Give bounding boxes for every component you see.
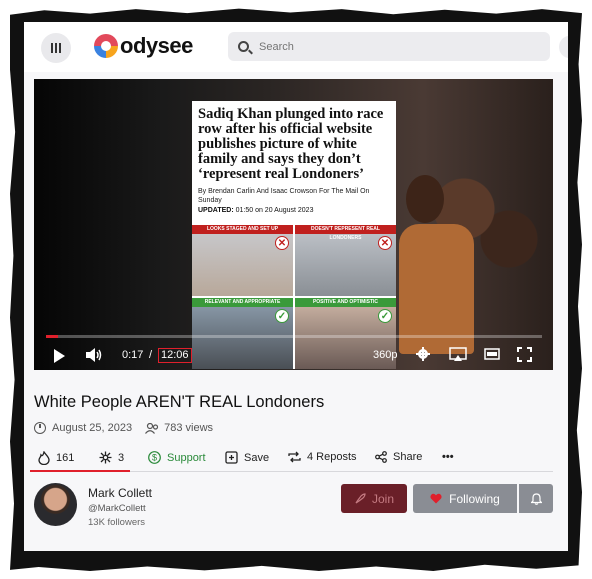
channel-handle[interactable]: @MarkCollett <box>88 503 146 514</box>
clock-icon <box>34 422 46 434</box>
volume-icon[interactable] <box>86 348 102 362</box>
fire-icon <box>38 451 50 465</box>
video-player[interactable]: Sadiq Khan plunged into race row after h… <box>34 79 553 370</box>
join-label: Join <box>371 491 394 506</box>
quality-label[interactable]: 360p <box>373 349 397 361</box>
join-button[interactable]: Join <box>341 484 407 513</box>
panel-banner: POSITIVE AND OPTIMISTIC <box>295 298 396 307</box>
support-button[interactable]: $ Support <box>148 451 206 464</box>
progress-fill <box>46 335 58 338</box>
photo-panel: LOOKS STAGED AND SET UP ✕ <box>192 225 293 296</box>
more-icon: ••• <box>442 451 454 463</box>
reposts-label: 4 Reposts <box>307 451 357 463</box>
slime-reaction-button[interactable]: 3 <box>99 451 124 464</box>
publish-date: August 25, 2023 <box>52 422 133 434</box>
cross-icon: ✕ <box>275 236 289 250</box>
share-button[interactable]: Share <box>375 451 422 463</box>
search-input[interactable] <box>259 40 519 53</box>
join-rocket-icon <box>355 492 366 503</box>
photo-panel: DOESN'T REPRESENT REAL LONDONERS ✕ <box>295 225 396 296</box>
channel-avatar[interactable] <box>34 483 77 526</box>
more-options-button[interactable]: ••• <box>442 451 454 463</box>
search-icon <box>238 41 249 52</box>
search-bar[interactable] <box>228 32 550 61</box>
play-icon[interactable] <box>54 349 65 363</box>
repost-button[interactable]: 4 Reposts <box>288 451 357 463</box>
notification-bell-button[interactable] <box>519 484 553 513</box>
share-icon <box>375 451 387 463</box>
fullscreen-icon[interactable] <box>517 347 532 362</box>
news-article-overlay: Sadiq Khan plunged into race row after h… <box>192 101 396 369</box>
support-label: Support <box>167 451 206 464</box>
follower-count: 13K followers <box>88 517 146 528</box>
channel-name[interactable]: Mark Collett <box>88 486 152 500</box>
save-label: Save <box>244 451 270 464</box>
time-separator: / <box>149 349 153 361</box>
panel-banner: DOESN'T REPRESENT REAL LONDONERS <box>295 225 396 241</box>
updated-label: UPDATED: <box>198 207 234 214</box>
video-title: White People AREN'T REAL Londoners <box>34 393 325 411</box>
fire-count: 161 <box>56 452 75 464</box>
cross-icon: ✕ <box>378 236 392 250</box>
player-controls: 0:17 / 12:06 360p <box>34 341 553 370</box>
save-button[interactable]: Save <box>225 451 269 464</box>
views-icon <box>145 422 159 434</box>
panel-banner: LOOKS STAGED AND SET UP <box>192 225 293 234</box>
total-time: 12:06 <box>158 348 192 363</box>
bell-icon <box>530 492 542 505</box>
progress-bar[interactable] <box>46 335 542 338</box>
heart-icon <box>430 493 442 504</box>
slime-count: 3 <box>118 451 125 464</box>
view-count: 783 views <box>164 422 214 434</box>
active-tab-underline <box>30 470 130 472</box>
article-headline: Sadiq Khan plunged into race row after h… <box>198 106 384 182</box>
following-label: Following <box>449 491 500 506</box>
share-label: Share <box>393 451 423 463</box>
gear-icon[interactable] <box>416 347 430 361</box>
video-meta: August 25, 2023 783 views <box>34 422 213 434</box>
cast-icon[interactable] <box>449 347 467 361</box>
current-time: 0:17 <box>122 349 144 361</box>
odysee-logo[interactable]: odysee <box>94 33 193 59</box>
logo-text: odysee <box>120 33 193 58</box>
article-byline: By Brendan Carlin And Isaac Crowson For … <box>198 188 370 204</box>
save-playlist-icon <box>225 451 238 464</box>
fire-reaction-button[interactable]: 161 <box>38 451 74 465</box>
check-icon: ✓ <box>275 309 289 323</box>
article-updated: UPDATED: 01:50 on 20 August 2023 <box>198 207 390 214</box>
slime-icon <box>99 451 112 464</box>
action-divider <box>130 471 553 472</box>
odysee-logo-icon <box>94 34 118 58</box>
repost-icon <box>288 451 301 463</box>
updated-value: 01:50 on 20 August 2023 <box>235 207 314 214</box>
svg-text:$: $ <box>152 453 157 463</box>
dollar-circle-icon: $ <box>148 451 161 464</box>
odysee-page: odysee Sadiq Khan plunged into race row … <box>24 22 568 551</box>
crowd-figure <box>406 175 444 223</box>
header-right-button[interactable] <box>559 36 568 58</box>
following-button[interactable]: Following <box>413 484 517 513</box>
check-icon: ✓ <box>378 309 392 323</box>
theater-mode-icon[interactable] <box>484 348 500 360</box>
menu-button[interactable] <box>41 33 71 63</box>
top-header: odysee <box>24 22 568 72</box>
panel-banner: RELEVANT AND APPROPRIATE <box>192 298 293 307</box>
